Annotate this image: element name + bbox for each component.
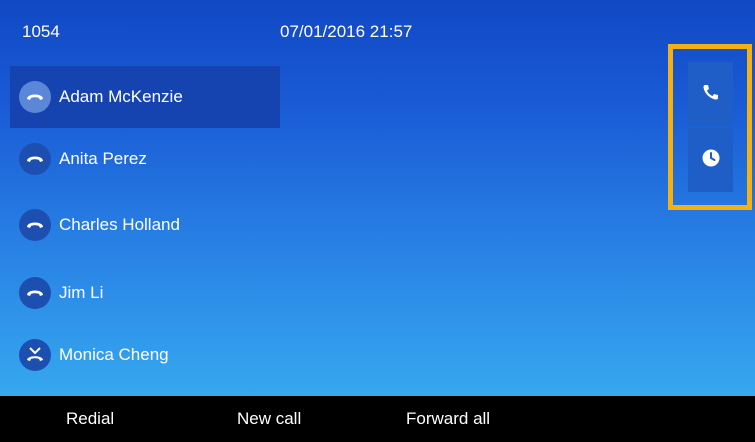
phone-button[interactable] bbox=[688, 62, 733, 126]
handset-hangup-icon bbox=[19, 277, 51, 309]
line-label: Adam McKenzie bbox=[59, 87, 183, 106]
line-label: Jim Li bbox=[59, 283, 104, 302]
line-label: Charles Holland bbox=[59, 215, 180, 234]
new-call-softkey[interactable]: New call bbox=[237, 409, 301, 429]
handset-hangup-icon bbox=[19, 209, 51, 241]
missed-call-icon bbox=[19, 339, 51, 371]
recents-button[interactable] bbox=[688, 128, 733, 192]
line-label: Monica Cheng bbox=[59, 345, 169, 364]
line-item-monica-cheng[interactable]: Monica Cheng bbox=[10, 324, 280, 386]
date-time: 07/01/2016 21:57 bbox=[280, 22, 413, 41]
softkey-bar: Redial New call Forward all bbox=[0, 396, 755, 442]
side-buttons-highlight bbox=[668, 44, 752, 210]
handset-hangup-icon bbox=[19, 81, 51, 113]
line-item-charles-holland[interactable]: Charles Holland bbox=[10, 194, 280, 256]
line-item-anita-perez[interactable]: Anita Perez bbox=[10, 128, 280, 190]
line-item-jim-li[interactable]: Jim Li bbox=[10, 262, 280, 324]
status-header: 1054 07/01/2016 21:57 bbox=[0, 0, 755, 62]
extension-number: 1054 bbox=[22, 22, 60, 41]
line-label: Anita Perez bbox=[59, 149, 147, 168]
phone-icon bbox=[701, 82, 721, 107]
line-item-adam-mckenzie[interactable]: Adam McKenzie bbox=[10, 66, 280, 128]
clock-icon bbox=[701, 148, 721, 173]
handset-hangup-icon bbox=[19, 143, 51, 175]
redial-softkey[interactable]: Redial bbox=[66, 409, 114, 429]
phone-screen: 1054 07/01/2016 21:57 Adam McKenzie Anit… bbox=[0, 0, 755, 442]
forward-all-softkey[interactable]: Forward all bbox=[406, 409, 490, 429]
